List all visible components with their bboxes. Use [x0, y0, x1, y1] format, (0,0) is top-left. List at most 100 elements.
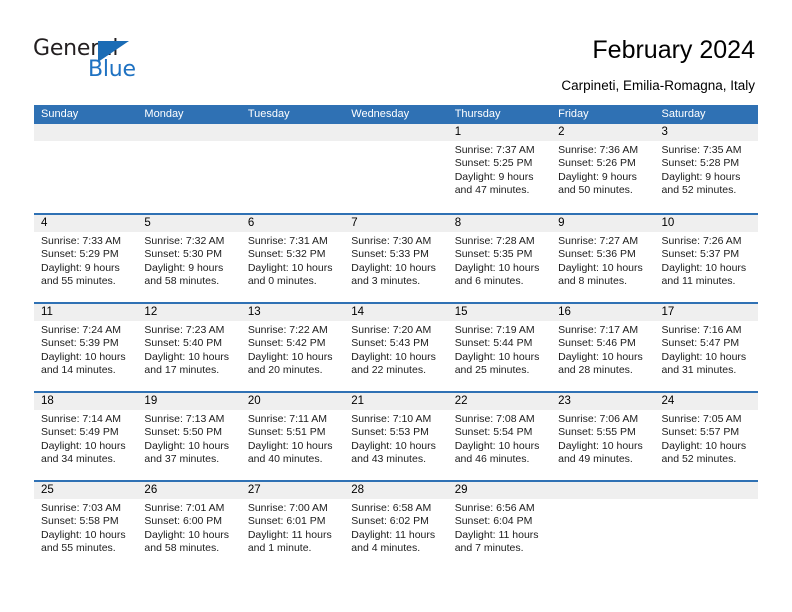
day-detail-line: and 49 minutes. — [558, 453, 633, 466]
day-number-3[interactable]: 3 — [655, 124, 758, 141]
day-detail-line: Sunset: 5:40 PM — [144, 337, 223, 350]
day-cell-1[interactable]: Sunrise: 7:37 AM Sunset: 5:25 PM Daylight:… — [448, 141, 551, 211]
day-detail-line: Daylight: 9 hours — [144, 261, 224, 274]
day-detail-line: Sunrise: 7:08 AM — [454, 413, 535, 425]
day-detail-line: Sunrise: 7:32 AM — [144, 235, 225, 247]
day-number-empty — [34, 124, 137, 141]
day-detail-line: and 40 minutes. — [247, 453, 323, 466]
day-number-24[interactable]: 24 — [655, 393, 758, 410]
day-cell-28[interactable]: Sunrise: 6:58 AM Sunset: 6:02 PM Daylight:… — [344, 499, 447, 569]
day-detail-line: Daylight: 10 hours — [558, 350, 643, 363]
day-number-10[interactable]: 10 — [655, 215, 758, 232]
day-number-18[interactable]: 18 — [34, 393, 137, 410]
day-detail-line: Sunrise: 7:37 AM — [454, 144, 535, 156]
day-detail-line: Daylight: 10 hours — [558, 261, 643, 274]
day-cell-27[interactable]: Sunrise: 7:00 AM Sunset: 6:01 PM Daylight:… — [241, 499, 344, 569]
day-cell-7[interactable]: Sunrise: 7:30 AM Sunset: 5:33 PM Daylight:… — [344, 232, 447, 302]
day-of-week-header-friday: Friday — [558, 108, 589, 120]
day-cell-3[interactable]: Sunrise: 7:35 AM Sunset: 5:28 PM Daylight:… — [655, 141, 758, 211]
day-cell-13[interactable]: Sunrise: 7:22 AM Sunset: 5:42 PM Daylight:… — [241, 321, 344, 391]
day-number-19[interactable]: 19 — [137, 393, 240, 410]
day-cell-8[interactable]: Sunrise: 7:28 AM Sunset: 5:35 PM Daylight:… — [448, 232, 551, 302]
day-number-14[interactable]: 14 — [344, 304, 447, 321]
day-detail-line: Sunset: 5:46 PM — [558, 337, 636, 350]
day-cell-24[interactable]: Sunrise: 7:05 AM Sunset: 5:57 PM Daylight:… — [655, 410, 758, 480]
day-number-26[interactable]: 26 — [137, 482, 240, 499]
day-detail-line: and 31 minutes. — [661, 364, 737, 377]
day-detail-line: Sunset: 5:42 PM — [247, 337, 326, 350]
day-number-13[interactable]: 13 — [241, 304, 344, 321]
day-cell-6[interactable]: Sunrise: 7:31 AM Sunset: 5:32 PM Daylight:… — [241, 232, 344, 302]
day-detail-line: Sunset: 5:37 PM — [661, 248, 740, 261]
day-number-28[interactable]: 28 — [344, 482, 447, 499]
day-detail-line: Sunset: 5:51 PM — [247, 426, 326, 439]
day-of-week-header-row: Sunday Monday Tuesday Wednesday Thursday Frid… — [34, 105, 758, 124]
day-number-11[interactable]: 11 — [34, 304, 137, 321]
day-detail-line: Sunset: 6:00 PM — [144, 515, 223, 528]
day-cell-10[interactable]: Sunrise: 7:26 AM Sunset: 5:37 PM Daylight:… — [655, 232, 758, 302]
day-detail-line: and 0 minutes. — [247, 275, 317, 288]
day-detail-line: and 52 minutes. — [661, 184, 737, 197]
day-cell-25[interactable]: Sunrise: 7:03 AM Sunset: 5:58 PM Daylight:… — [34, 499, 137, 569]
day-detail-line: Sunset: 5:35 PM — [454, 248, 533, 261]
day-detail-line: Sunrise: 7:36 AM — [558, 144, 639, 156]
day-cell-21[interactable]: Sunrise: 7:10 AM Sunset: 5:53 PM Daylight:… — [344, 410, 447, 480]
day-cell-29[interactable]: Sunrise: 6:56 AM Sunset: 6:04 PM Daylight:… — [448, 499, 551, 569]
day-detail-line: Daylight: 10 hours — [351, 439, 436, 452]
day-number-22[interactable]: 22 — [448, 393, 551, 410]
day-cell-4[interactable]: Sunrise: 7:33 AM Sunset: 5:29 PM Daylight:… — [34, 232, 137, 302]
day-cell-5[interactable]: Sunrise: 7:32 AM Sunset: 5:30 PM Daylight:… — [137, 232, 240, 302]
day-detail-line: and 28 minutes. — [558, 364, 633, 377]
day-cell-19[interactable]: Sunrise: 7:13 AM Sunset: 5:50 PM Daylight:… — [137, 410, 240, 480]
day-detail-line: Sunset: 5:53 PM — [351, 426, 429, 439]
day-detail-line: Daylight: 10 hours — [144, 350, 230, 363]
day-detail-line: and 43 minutes. — [351, 453, 426, 466]
day-detail-line: and 50 minutes. — [558, 184, 633, 197]
day-number-20[interactable]: 20 — [241, 393, 344, 410]
day-detail-line: Sunrise: 7:03 AM — [41, 502, 121, 514]
week-date-number-band: 25 26 27 28 29 — [34, 482, 758, 499]
day-number-15[interactable]: 15 — [448, 304, 551, 321]
day-number-27[interactable]: 27 — [241, 482, 344, 499]
day-number-12[interactable]: 12 — [137, 304, 240, 321]
day-number-9[interactable]: 9 — [551, 215, 654, 232]
day-detail-line: Sunset: 5:44 PM — [454, 337, 533, 350]
day-detail-line: Daylight: 9 hours — [661, 170, 741, 183]
day-cell-23[interactable]: Sunrise: 7:06 AM Sunset: 5:55 PM Daylight:… — [551, 410, 654, 480]
day-number-21[interactable]: 21 — [344, 393, 447, 410]
day-number-25[interactable]: 25 — [34, 482, 137, 499]
day-detail-line: Daylight: 10 hours — [247, 350, 333, 363]
day-of-week-header-tuesday: Tuesday — [247, 108, 290, 120]
day-number-4[interactable]: 4 — [34, 215, 137, 232]
day-cell-12[interactable]: Sunrise: 7:23 AM Sunset: 5:40 PM Daylight:… — [137, 321, 240, 391]
day-cell-11[interactable]: Sunrise: 7:24 AM Sunset: 5:39 PM Daylight:… — [34, 321, 137, 391]
day-number-29[interactable]: 29 — [448, 482, 551, 499]
day-number-17[interactable]: 17 — [655, 304, 758, 321]
day-cell-15[interactable]: Sunrise: 7:19 AM Sunset: 5:44 PM Daylight:… — [448, 321, 551, 391]
day-detail-line: Sunrise: 7:28 AM — [454, 235, 535, 247]
day-detail-line: Sunset: 6:01 PM — [247, 515, 326, 528]
day-number-1[interactable]: 1 — [448, 124, 551, 141]
day-cell-17[interactable]: Sunrise: 7:16 AM Sunset: 5:47 PM Daylight:… — [655, 321, 758, 391]
day-cell-18[interactable]: Sunrise: 7:14 AM Sunset: 5:49 PM Daylight:… — [34, 410, 137, 480]
day-detail-line: Sunrise: 7:22 AM — [247, 324, 328, 336]
day-cell-14[interactable]: Sunrise: 7:20 AM Sunset: 5:43 PM Daylight:… — [344, 321, 447, 391]
day-number-23[interactable]: 23 — [551, 393, 654, 410]
day-detail-line: and 37 minutes. — [144, 453, 220, 466]
day-detail-line: Sunset: 5:26 PM — [558, 157, 636, 170]
day-number-6[interactable]: 6 — [241, 215, 344, 232]
day-detail-line: Sunset: 5:30 PM — [144, 248, 223, 261]
day-cell-16[interactable]: Sunrise: 7:17 AM Sunset: 5:46 PM Daylight:… — [551, 321, 654, 391]
day-number-16[interactable]: 16 — [551, 304, 654, 321]
day-number-7[interactable]: 7 — [344, 215, 447, 232]
day-cell-26[interactable]: Sunrise: 7:01 AM Sunset: 6:00 PM Daylight:… — [137, 499, 240, 569]
day-cell-9[interactable]: Sunrise: 7:27 AM Sunset: 5:36 PM Daylight:… — [551, 232, 654, 302]
day-number-5[interactable]: 5 — [137, 215, 240, 232]
day-cell-22[interactable]: Sunrise: 7:08 AM Sunset: 5:54 PM Daylight:… — [448, 410, 551, 480]
day-cell-20[interactable]: Sunrise: 7:11 AM Sunset: 5:51 PM Daylight:… — [241, 410, 344, 480]
day-number-2[interactable]: 2 — [551, 124, 654, 141]
day-cell-2[interactable]: Sunrise: 7:36 AM Sunset: 5:26 PM Daylight:… — [551, 141, 654, 211]
day-detail-line: Sunset: 5:25 PM — [454, 157, 533, 170]
page-subtitle-location: Carpineti, Emilia-Romagna, Italy — [561, 78, 755, 93]
day-number-8[interactable]: 8 — [448, 215, 551, 232]
